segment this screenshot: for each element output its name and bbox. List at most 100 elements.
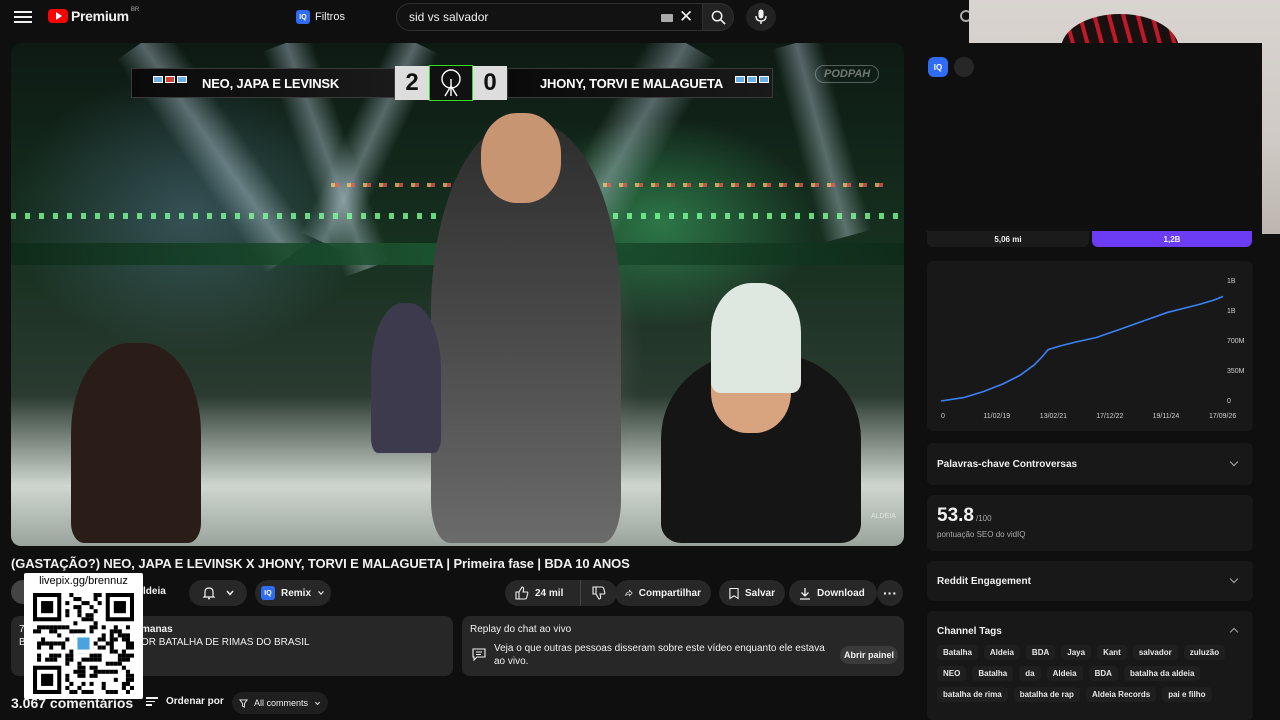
chat-replay-text: Veja o que outras pessoas disseram sobre…: [494, 643, 825, 667]
channel-tag[interactable]: Jaya: [1061, 645, 1092, 660]
download-button[interactable]: Download: [789, 580, 877, 606]
channel-tag[interactable]: Aldeia: [1046, 666, 1083, 681]
team-b-flags-icon: [735, 76, 769, 83]
vidiq-stat-tabs: 5,06 mi 1,2B: [927, 231, 1253, 247]
chat-replay-title: Replay do chat ao vivo: [470, 624, 572, 635]
filters-label: Filtros: [315, 11, 345, 23]
chevron-up-icon[interactable]: [1229, 627, 1239, 637]
seo-score-label: pontuação SEO do vidIQ: [937, 530, 1026, 539]
microphone-icon: [755, 9, 767, 24]
channel-tag[interactable]: BDA: [1088, 666, 1118, 681]
vidiq-icon: IQ: [296, 10, 310, 24]
channel-actions-row: ldeia IQ Remix 24 mil Compartilhar Salva…: [11, 580, 904, 606]
filter-icon: [238, 698, 248, 708]
voice-search-button[interactable]: [746, 3, 776, 31]
download-label: Download: [817, 587, 865, 599]
seo-score-max: /100: [975, 514, 992, 523]
channel-tag[interactable]: pai e filho: [1162, 687, 1212, 702]
x-tick-label: 17/09/26: [1209, 413, 1236, 420]
subscription-bell-button[interactable]: [189, 580, 247, 606]
channel-tag[interactable]: Aldeia Records: [1085, 687, 1157, 702]
chevron-down-icon[interactable]: [1229, 457, 1239, 467]
channel-tag[interactable]: batalha de rap: [1013, 687, 1080, 702]
livepix-qr-overlay: livepix.gg/brennuz: [24, 573, 143, 699]
channel-name[interactable]: ldeia: [143, 586, 166, 597]
channel-tag[interactable]: batalha de rima: [937, 687, 1008, 702]
remix-button[interactable]: IQ Remix: [255, 580, 331, 606]
vidiq-filters-button[interactable]: IQ Filtros: [290, 6, 351, 28]
bda-tree-logo-icon: [429, 65, 473, 101]
keyboard-icon[interactable]: [661, 14, 673, 22]
save-label: Salvar: [744, 587, 775, 599]
aldeia-watermark: ALDEIA: [871, 513, 896, 520]
sort-label: Ordenar por: [166, 695, 224, 707]
chevron-down-icon: [318, 591, 324, 596]
video-player[interactable]: NEO, JAPA E LEVINSK 2 0 JHONY, TORVI E M…: [11, 43, 904, 546]
channel-tag[interactable]: zuluzão: [1183, 645, 1226, 660]
search-icon: [711, 10, 726, 25]
search-button[interactable]: [702, 3, 734, 31]
share-label: Compartilhar: [638, 587, 701, 599]
like-button[interactable]: 24 mil: [505, 580, 581, 606]
stat-left-tab[interactable]: 5,06 mi: [927, 231, 1089, 247]
x-tick-label: 13/02/21: [1040, 413, 1067, 420]
vidiq-profile-icon[interactable]: [954, 57, 974, 77]
x-tick-label: 17/12/22: [1096, 413, 1123, 420]
youtube-premium-logo[interactable]: Premium BR: [48, 7, 139, 24]
channel-tag[interactable]: Aldeia: [983, 645, 1020, 660]
reddit-engagement-section[interactable]: Reddit Engagement: [927, 561, 1253, 601]
vidiq-panel: IQ 5,06 mi 1,2B 0 11/02/19 13/02/21 17/12/2…: [922, 43, 1262, 720]
chevron-down-icon[interactable]: [1229, 574, 1239, 584]
search-input[interactable]: [409, 10, 649, 24]
y-tick-label: 1B: [1227, 308, 1236, 315]
qr-label: livepix.gg/brennuz: [39, 575, 128, 587]
sort-icon: [146, 695, 158, 708]
chat-replay-box: Replay do chat ao vivo Veja o que outras…: [462, 616, 904, 676]
more-actions-button[interactable]: ···: [877, 580, 903, 606]
clear-search-icon[interactable]: ✕: [679, 8, 693, 26]
sort-comments-button[interactable]: Ordenar por: [146, 695, 224, 708]
channel-tag[interactable]: Batalha: [972, 666, 1014, 681]
controversial-keywords-section[interactable]: Palavras-chave Controversas: [927, 443, 1253, 485]
scoreboard: NEO, JAPA E LEVINSK 2 0 JHONY, TORVI E M…: [131, 65, 795, 101]
description-date: manas: [141, 624, 173, 635]
bookmark-icon: [729, 587, 739, 600]
channel-tags-list: Batalha Aldeia BDA Jaya Kant salvador zuluzão N…: [937, 645, 1247, 702]
dislike-button[interactable]: [581, 580, 617, 606]
y-tick-label: 0: [1227, 398, 1231, 405]
channel-tag[interactable]: Kant: [1097, 645, 1127, 660]
team-b-name: JHONY, TORVI E MALAGUETA: [507, 68, 773, 98]
channel-tag[interactable]: batalha da aldeia: [1123, 666, 1201, 681]
bell-icon: [202, 587, 215, 600]
channel-tag[interactable]: NEO: [937, 666, 967, 681]
open-panel-button[interactable]: Abrir painel: [840, 646, 898, 664]
youtube-play-icon: [48, 9, 68, 23]
channel-tag[interactable]: salvador: [1132, 645, 1178, 660]
reddit-engagement-title: Reddit Engagement: [937, 576, 1031, 587]
share-button[interactable]: Compartilhar: [615, 580, 711, 606]
chevron-down-icon: [315, 701, 320, 705]
channel-tag[interactable]: da: [1019, 666, 1041, 681]
comments-filter-dropdown[interactable]: All comments: [232, 692, 328, 714]
team-b-score: 0: [473, 66, 507, 100]
menu-icon[interactable]: [14, 8, 32, 26]
seo-score-card: 53.8/100 pontuação SEO do vidIQ: [927, 495, 1253, 551]
vidiq-icon[interactable]: IQ: [928, 57, 948, 77]
description-text: OR BATALHA DE RIMAS DO BRASIL: [141, 637, 310, 648]
thumbs-down-icon: [592, 586, 606, 600]
vidiq-icon: IQ: [261, 586, 275, 600]
channel-tags-section: Channel Tags Batalha Aldeia BDA Jaya Kant sal…: [927, 611, 1253, 720]
share-icon: [625, 589, 633, 597]
y-tick-label: 1B: [1227, 278, 1236, 285]
download-icon: [800, 587, 810, 600]
channel-tags-title: Channel Tags: [937, 626, 1002, 637]
stat-right-tab[interactable]: 1,2B: [1092, 231, 1252, 247]
views-series-line: [940, 295, 1224, 402]
search-box: ✕: [396, 3, 702, 31]
views-line-chart: 0 11/02/19 13/02/21 17/12/22 19/11/24 17/09/2…: [940, 278, 1245, 420]
save-button[interactable]: Salvar: [719, 580, 785, 606]
channel-tag[interactable]: Batalha: [937, 645, 978, 660]
comments-filter-label: All comments: [253, 698, 308, 708]
chevron-down-icon: [225, 590, 234, 596]
channel-tag[interactable]: BDA: [1025, 645, 1056, 660]
